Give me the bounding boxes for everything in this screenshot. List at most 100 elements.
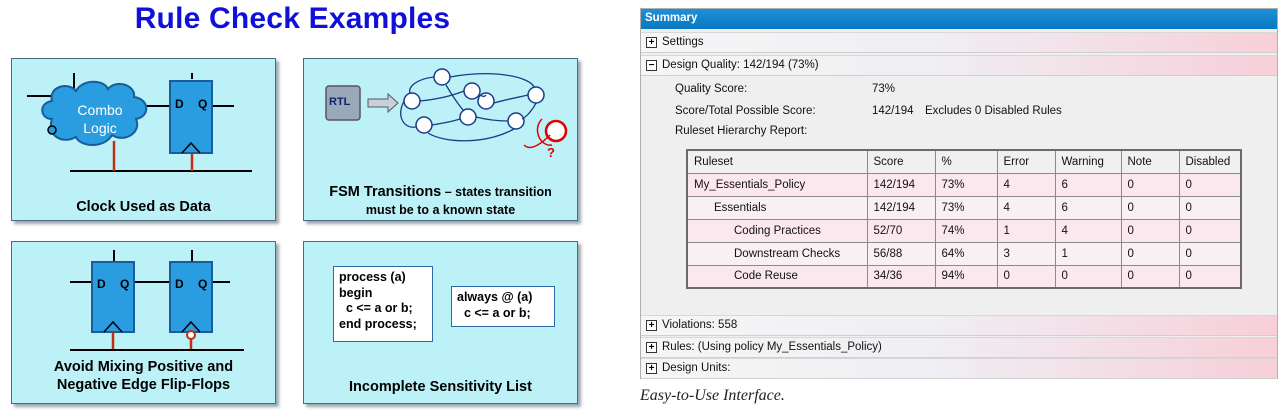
table-row[interactable]: Code Reuse 34/36 94% 0 0 0 0 — [686, 264, 1242, 289]
note-cell: 0 — [1120, 172, 1180, 197]
ff1-q-label: Q — [120, 277, 130, 291]
note-cell: 0 — [1120, 195, 1180, 220]
col-score: Score — [866, 149, 936, 174]
panel1-caption: Clock Used as Data — [76, 199, 211, 215]
design-units-section[interactable]: + Design Units: — [641, 358, 1277, 379]
percent-cell: 94% — [934, 264, 998, 289]
settings-section[interactable]: + Settings — [641, 32, 1277, 53]
table-header-row: Ruleset Score % Error Warning Note Disab… — [686, 149, 1242, 174]
expand-icon[interactable]: + — [646, 363, 657, 374]
score-cell: 56/88 — [866, 241, 936, 266]
slide-title: Rule Check Examples — [134, 2, 451, 35]
disabled-cell: 0 — [1178, 241, 1242, 266]
ruleset-name: Downstream Checks — [686, 241, 868, 266]
ruleset-name: Essentials — [686, 195, 868, 220]
ff-q-label: Q — [198, 97, 208, 111]
table-row[interactable]: Essentials 142/194 73% 4 6 0 0 — [686, 195, 1242, 220]
ruleset-name: My_Essentials_Policy — [686, 172, 868, 197]
panel-sensitivity-list: process (a) begin c <= a or b; end proce… — [303, 241, 578, 404]
expand-icon[interactable]: + — [646, 320, 657, 331]
panel-clock-as-data: Combo Logic D Q Clock Used as Data — [11, 58, 276, 221]
ff2-d-label: D — [175, 277, 184, 291]
error-cell: 4 — [996, 172, 1056, 197]
warning-cell: 6 — [1054, 172, 1122, 197]
ff2-q-label: Q — [198, 277, 208, 291]
ff1-d-label: D — [97, 277, 106, 291]
ruleset-name: Coding Practices — [686, 218, 868, 243]
ruleset-table: Ruleset Score % Error Warning Note Disab… — [686, 149, 1242, 289]
collapse-icon[interactable]: − — [646, 60, 657, 71]
percent-cell: 73% — [934, 195, 998, 220]
score-cell: 34/36 — [866, 264, 936, 289]
error-cell: 3 — [996, 241, 1056, 266]
table-row[interactable]: Downstream Checks 56/88 64% 3 1 0 0 — [686, 241, 1242, 266]
panel3-caption: Avoid Mixing Positive and Negative Edge … — [12, 358, 275, 394]
unknown-state-mark: ? — [547, 145, 555, 160]
cloud-line-2: Logic — [83, 120, 117, 136]
panel2-caption-bold: FSM Transitions — [329, 184, 442, 200]
note-cell: 0 — [1120, 241, 1180, 266]
design-quality-section[interactable]: − Design Quality: 142/194 (73%) — [641, 55, 1277, 76]
ruleset-name: Code Reuse — [686, 264, 868, 289]
expand-icon[interactable]: + — [646, 37, 657, 48]
error-cell: 4 — [996, 195, 1056, 220]
col-disabled: Disabled — [1178, 149, 1242, 174]
total-score-value: 142/194 — [872, 105, 914, 117]
cloud-label: Combo Logic — [70, 101, 130, 137]
disabled-cell: 0 — [1178, 218, 1242, 243]
quality-score-label: Quality Score: — [675, 83, 748, 95]
panel2-caption-line2: must be to a known state — [365, 203, 516, 217]
panel2-caption: FSM Transitions – states transition must… — [304, 183, 577, 219]
percent-cell: 74% — [934, 218, 998, 243]
panel3-caption-line1: Avoid Mixing Positive and — [53, 359, 234, 375]
error-cell: 0 — [996, 264, 1056, 289]
col-error: Error — [996, 149, 1056, 174]
error-cell: 1 — [996, 218, 1056, 243]
summary-report: Summary + Settings − Design Quality: 142… — [640, 8, 1278, 379]
disabled-cell: 0 — [1178, 264, 1242, 289]
panel4-caption: Incomplete Sensitivity List — [349, 379, 532, 395]
settings-label: Settings — [662, 36, 704, 48]
col-percent: % — [934, 149, 998, 174]
score-cell: 142/194 — [866, 172, 936, 197]
summary-header: Summary — [641, 9, 1277, 29]
design-quality-label: Design Quality: 142/194 (73%) — [662, 59, 819, 71]
ff-d-label: D — [175, 97, 184, 111]
violations-label: Violations: 558 — [662, 319, 738, 331]
panel2-caption-rest: – states transition — [441, 185, 552, 199]
quality-score-value: 73% — [872, 83, 896, 95]
excludes-note: Excludes 0 Disabled Rules — [925, 105, 1062, 117]
warning-cell: 6 — [1054, 195, 1122, 220]
table-row[interactable]: Coding Practices 52/70 74% 1 4 0 0 — [686, 218, 1242, 243]
panel-mixed-edges: D Q D Q Avoid Mixing Positive and Negati… — [11, 241, 276, 404]
cloud-line-1: Combo — [77, 102, 123, 118]
rtl-label: RTL — [329, 96, 351, 108]
percent-cell: 73% — [934, 172, 998, 197]
expand-icon[interactable]: + — [646, 342, 657, 353]
note-cell: 0 — [1120, 264, 1180, 289]
warning-cell: 4 — [1054, 218, 1122, 243]
figure-caption: Easy-to-Use Interface. — [640, 387, 785, 404]
hierarchy-report-label: Ruleset Hierarchy Report: — [675, 125, 808, 137]
col-ruleset: Ruleset — [686, 149, 868, 174]
col-warning: Warning — [1054, 149, 1122, 174]
col-note: Note — [1120, 149, 1180, 174]
score-cell: 142/194 — [866, 195, 936, 220]
rules-label: Rules: (Using policy My_Essentials_Polic… — [662, 341, 882, 353]
table-row[interactable]: My_Essentials_Policy 142/194 73% 4 6 0 0 — [686, 172, 1242, 197]
percent-cell: 64% — [934, 241, 998, 266]
warning-cell: 0 — [1054, 264, 1122, 289]
score-cell: 52/70 — [866, 218, 936, 243]
rules-section[interactable]: + Rules: (Using policy My_Essentials_Pol… — [641, 337, 1277, 358]
warning-cell: 1 — [1054, 241, 1122, 266]
vhdl-code-box: process (a) begin c <= a or b; end proce… — [333, 266, 433, 342]
design-units-label: Design Units: — [662, 362, 731, 374]
panel3-caption-line2: Negative Edge Flip-Flops — [56, 377, 231, 393]
verilog-code-box: always @ (a) c <= a or b; — [451, 286, 555, 327]
note-cell: 0 — [1120, 218, 1180, 243]
total-score-label: Score/Total Possible Score: — [675, 105, 816, 117]
violations-section[interactable]: + Violations: 558 — [641, 315, 1277, 336]
panel-fsm-transitions: RTL ? FSM Transitions – states transitio… — [303, 58, 578, 221]
disabled-cell: 0 — [1178, 172, 1242, 197]
disabled-cell: 0 — [1178, 195, 1242, 220]
